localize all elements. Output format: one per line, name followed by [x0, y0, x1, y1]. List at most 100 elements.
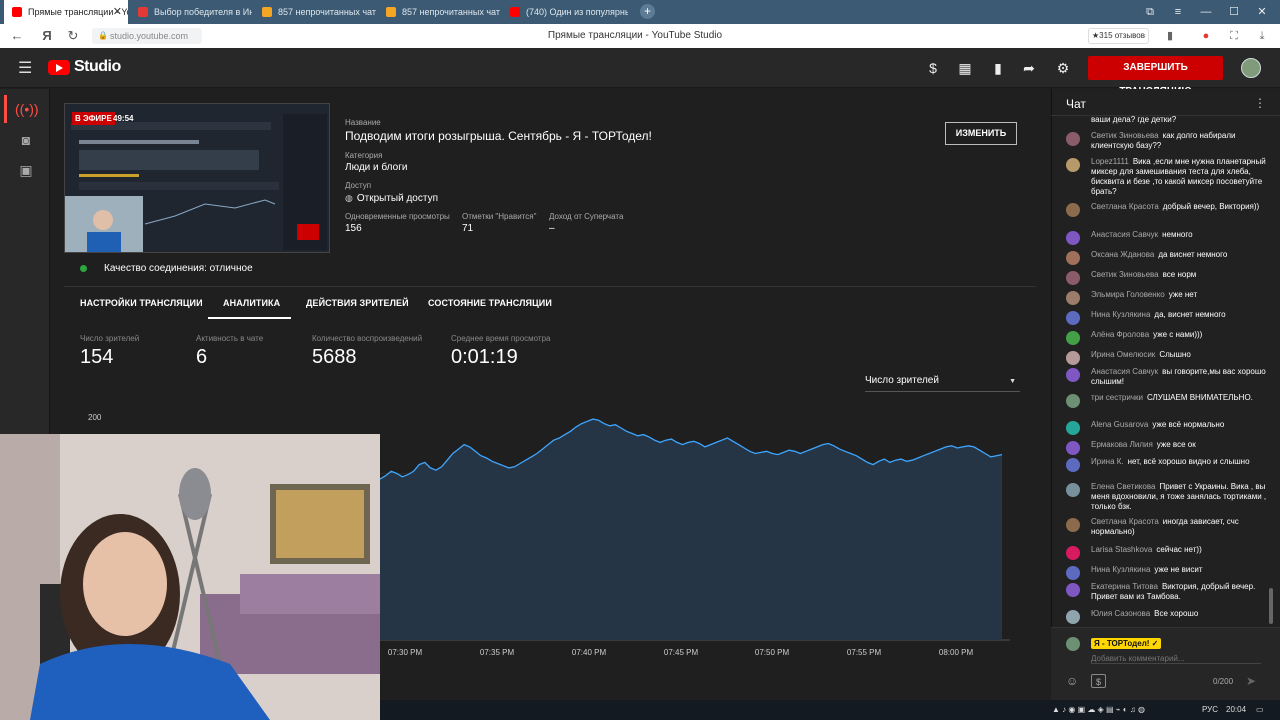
edit-button[interactable]: ИЗМЕНИТЬ: [945, 122, 1017, 145]
extension-icon[interactable]: ●: [1196, 24, 1216, 48]
chat-text: сейчас нет)): [1156, 545, 1202, 554]
metric-dropdown[interactable]: Число зрителей ▼: [865, 375, 1020, 389]
chat-message-content: Анастасия Савчук немного: [1091, 230, 1269, 240]
end-stream-button[interactable]: ЗАВЕРШИТЬ ТРАНСЛЯЦИЮ: [1088, 56, 1223, 97]
gear-icon[interactable]: ⚙: [1052, 58, 1074, 78]
tab-chats-2[interactable]: 857 непрочитанных чатов: [378, 0, 500, 24]
close-tab-icon[interactable]: ✕: [113, 0, 122, 24]
tab-stream-health[interactable]: СОСТОЯНИЕ ТРАНСЛЯЦИИ: [428, 298, 552, 308]
youtube-logo-icon[interactable]: [48, 60, 70, 75]
superchat-label: Доход от Суперчата: [549, 212, 624, 221]
chat-text: уже не висит: [1154, 565, 1203, 574]
avatar: [1066, 203, 1080, 217]
avatar[interactable]: [1241, 58, 1261, 78]
x-tick-label: 07:30 PM: [387, 648, 423, 657]
youtube-favicon-icon: [12, 7, 22, 17]
taskbar: ▲ ♪ ◉ ▣ ☁ ◈ ▤ ⌁ ◐ ♫ ◍ РУС 20:04 ▭: [380, 700, 1280, 720]
viewers-value: 154: [80, 346, 114, 368]
live-timer: 49:54: [113, 114, 134, 123]
chat-message-content: Lopez1111 Вика ,если мне нужна планетарны…: [1091, 157, 1269, 197]
notification-icon[interactable]: ▭: [1256, 700, 1264, 720]
reviews-badge[interactable]: ★315 отзывов: [1088, 28, 1149, 44]
lock-icon: 🔒: [98, 31, 108, 40]
chat-scrollbar[interactable]: [1269, 588, 1273, 624]
menu-icon[interactable]: ≡: [1164, 0, 1192, 24]
char-count: 0/200: [1213, 677, 1234, 686]
chat-message-content: Светлана Красота иногда зависает, счс нор…: [1091, 517, 1269, 537]
chat-message-content: Анастасия Савчук вы говорите,мы вас хорош…: [1091, 367, 1269, 387]
chat-author: Нина Кузлякина: [1091, 565, 1151, 574]
tab-youtube-studio[interactable]: Прямые трансляции - YouTube Studio ✕: [4, 0, 128, 24]
chat-input[interactable]: [1091, 654, 1261, 664]
back-icon[interactable]: ←: [6, 24, 28, 48]
x-tick-label: 07:55 PM: [846, 648, 882, 657]
chat-message-content: Юлия Сазонова Все хорошо: [1091, 609, 1269, 619]
chat-text: да виснет немного: [1158, 250, 1228, 259]
chat-message-content: Екатерина Титова Виктория, добрый вечер. …: [1091, 582, 1269, 602]
live-badge: В ЭФИРЕ: [72, 112, 115, 125]
likes-value: 71: [462, 223, 474, 234]
url-text: studio.youtube.com: [110, 31, 189, 41]
tab-stream-settings[interactable]: НАСТРОЙКИ ТРАНСЛЯЦИИ: [80, 298, 203, 308]
divider: [64, 286, 1036, 287]
chat-message-content: Alena Gusarova уже всё нормально: [1091, 420, 1269, 430]
stream-preview[interactable]: [64, 103, 330, 253]
chat-messages: ваши дела? где детки? Светик Зиновьева как…: [1051, 115, 1273, 627]
minimize-icon[interactable]: —: [1192, 0, 1220, 24]
download-icon[interactable]: ⤓: [1252, 24, 1272, 48]
chat-author: Ирина К.: [1091, 457, 1124, 466]
browser-tab-bar: Прямые трансляции - YouTube Studio ✕ Выб…: [0, 0, 1280, 24]
stream-title: Подводим итоги розыгрыша. Сентябрь - Я -…: [345, 129, 652, 143]
chat-author: Alena Gusarova: [1091, 420, 1149, 429]
chat-text: уже всё нормально: [1152, 420, 1225, 429]
tab-youtube-video[interactable]: (740) Один из популярных...: [502, 0, 628, 24]
chat-author: Юлия Сазонова: [1091, 609, 1151, 618]
concurrent-label: Одновременные просмотры: [345, 212, 450, 221]
tab-label: Выбор победителя в Инстаграм: [154, 7, 252, 17]
tab-chats-1[interactable]: 857 непрочитанных чатов: [254, 0, 376, 24]
share-icon[interactable]: ➦: [1018, 58, 1040, 78]
chat-activity-label: Активность в чате: [196, 334, 264, 343]
chat-message-content: Larisa Stashkova сейчас нет)): [1091, 545, 1269, 555]
plays-label: Количество воспроизведений: [312, 334, 423, 343]
chat-text: Все хорошо: [1154, 609, 1199, 618]
chat-message-content: Светик Зиновьева как долго набирали клиен…: [1091, 131, 1269, 151]
send-icon[interactable]: ➤: [1246, 674, 1256, 688]
maximize-icon[interactable]: ☐: [1220, 0, 1248, 24]
tabs-menu-icon[interactable]: ⧉: [1136, 0, 1164, 24]
calendar-icon[interactable]: ▣: [15, 159, 37, 181]
camera-icon[interactable]: ◙: [15, 129, 37, 151]
chat-message-content: Светлана Красота добрый вечер, Виктория)): [1091, 202, 1269, 212]
new-tab-button[interactable]: +: [640, 4, 655, 19]
superchat-icon[interactable]: $: [1091, 674, 1106, 688]
address-bar: ← Я ↻ 🔒 studio.youtube.com Прямые трансл…: [0, 24, 1280, 48]
chat-author: Ермакова Лилия: [1091, 440, 1153, 449]
chat-author: Екатерина Титова: [1091, 582, 1158, 591]
likes-label: Отметки "Нравится": [462, 212, 537, 221]
webcam-overlay: [0, 434, 380, 720]
emoji-icon[interactable]: ☺: [1066, 674, 1078, 688]
chat-author: Светик Зиновьева: [1091, 131, 1159, 140]
close-window-icon[interactable]: ✕: [1248, 0, 1276, 24]
url-field[interactable]: 🔒 studio.youtube.com: [92, 28, 202, 44]
language-indicator[interactable]: РУС: [1202, 700, 1218, 720]
clapperboard-icon[interactable]: ▦: [954, 58, 976, 78]
chat-text: СЛУШАЕМ ВНИМАТЕЛЬНО.: [1146, 393, 1253, 402]
live-stream-icon[interactable]: ((•)): [15, 98, 39, 120]
avg-watch-value: 0:01:19: [451, 346, 518, 368]
extensions-icon[interactable]: ⛶: [1224, 24, 1244, 48]
tab-instagram[interactable]: Выбор победителя в Инстаграм: [130, 0, 252, 24]
more-vert-icon[interactable]: ⋮: [1254, 96, 1266, 110]
tray-icons[interactable]: ▲ ♪ ◉ ▣ ☁ ◈ ▤ ⌁ ◐ ♫ ◍: [1052, 700, 1145, 720]
hamburger-menu-icon[interactable]: ☰: [18, 58, 32, 78]
tab-analytics[interactable]: АНАЛИТИКА: [223, 298, 280, 308]
clock[interactable]: 20:04: [1226, 700, 1246, 720]
tab-viewer-actions[interactable]: ДЕЙСТВИЯ ЗРИТЕЛЕЙ: [306, 298, 409, 308]
monetization-icon[interactable]: $: [922, 58, 944, 78]
x-tick-label: 07:45 PM: [663, 648, 699, 657]
bookmark-icon[interactable]: ▮: [987, 58, 1009, 78]
bookmark-icon[interactable]: ▮: [1160, 24, 1180, 48]
tab-label: (740) Один из популярных...: [526, 7, 628, 17]
yandex-icon[interactable]: Я: [36, 24, 58, 48]
reload-icon[interactable]: ↻: [62, 24, 84, 48]
